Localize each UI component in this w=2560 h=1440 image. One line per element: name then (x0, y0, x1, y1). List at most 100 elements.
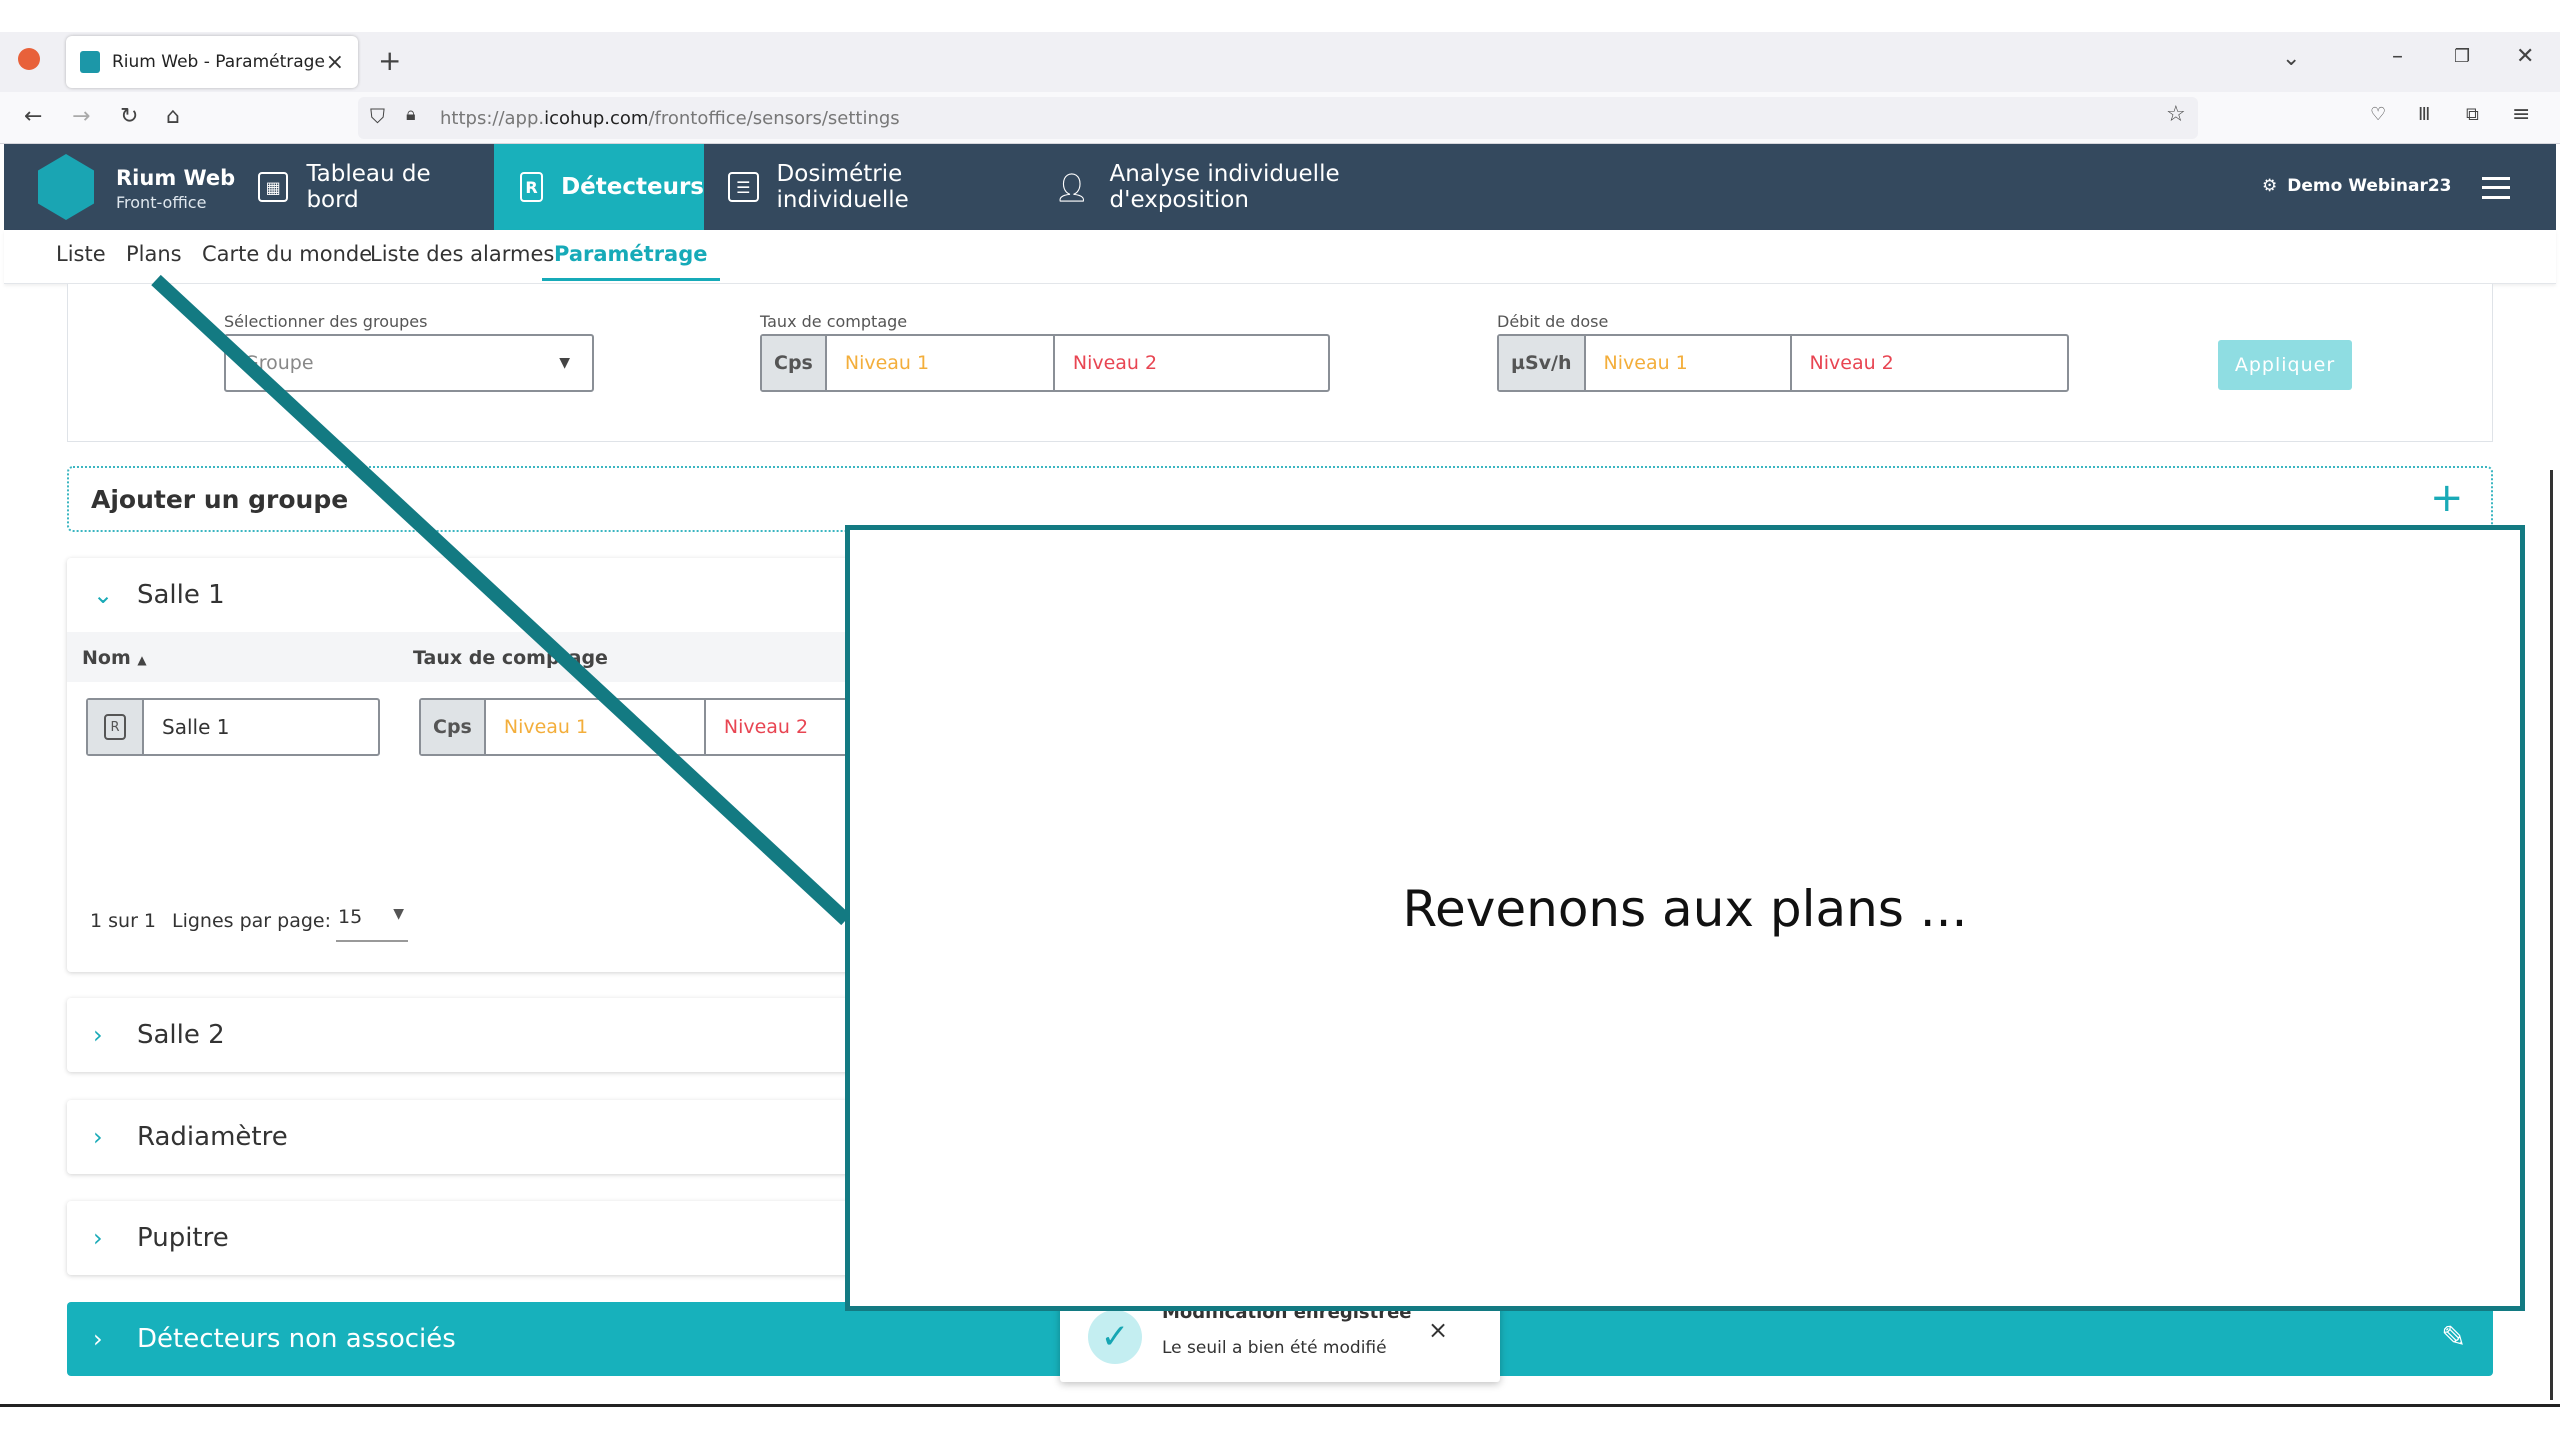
toast-close-icon[interactable]: × (1428, 1316, 1448, 1344)
back-icon[interactable]: ← (24, 104, 42, 129)
nav-tableau-de-bord[interactable]: ▦ Tableau de bord (258, 144, 480, 230)
col-name-label: Nom (82, 647, 131, 669)
window-close-icon[interactable]: ✕ (2516, 44, 2534, 69)
row-icon-box: R (88, 700, 144, 754)
group-header[interactable]: › Salle 2 (67, 998, 225, 1072)
tab-favicon-icon (80, 51, 100, 73)
pocket-icon[interactable]: ♡ (2370, 104, 2386, 125)
user-icon: ⚙ (2262, 176, 2278, 196)
add-group-label: Ajouter un groupe (91, 484, 349, 514)
rows-per-page-select[interactable]: 15 ▼ (336, 906, 408, 942)
group-name: Salle 2 (137, 1020, 225, 1050)
chevron-down-icon: ⌄ (93, 581, 114, 609)
unassigned-header[interactable]: › Détecteurs non associés (67, 1302, 456, 1376)
group-header[interactable]: ⌄ Salle 1 (67, 558, 225, 632)
reload-icon[interactable]: ↻ (120, 104, 138, 129)
dose-rate-field[interactable]: µSv/h Niveau 1 Niveau 2 (1497, 334, 2069, 392)
usvh-unit: µSv/h (1499, 336, 1586, 390)
group-select[interactable]: Groupe ▼ (224, 334, 594, 392)
new-tab-icon[interactable]: + (378, 44, 401, 77)
bookmark-star-icon[interactable]: ☆ (2166, 102, 2186, 127)
nav-detecteurs[interactable]: R Détecteurs (494, 144, 704, 230)
row-count-field[interactable]: Cps Niveau 1 Niveau 2 (419, 698, 859, 756)
dose-rate-label: Débit de dose (1497, 312, 1609, 331)
tab-close-icon[interactable]: × (326, 50, 344, 75)
group-select-placeholder: Groupe (244, 352, 314, 374)
brand-title: Rium Web (116, 166, 236, 190)
subnav-carte[interactable]: Carte du monde (202, 242, 372, 278)
chevron-right-icon: › (93, 1325, 103, 1353)
groups-label: Sélectionner des groupes (224, 312, 428, 331)
subnav-parametrage[interactable]: Paramétrage (542, 242, 720, 281)
row-name-value: Salle 1 (162, 715, 230, 739)
row-cps-unit: Cps (421, 700, 486, 754)
lock-icon: 🔒︎ (406, 104, 416, 125)
user-menu[interactable]: ⚙ Demo Webinar23 (2262, 176, 2452, 196)
subnav-alarmes[interactable]: Liste des alarmes (370, 242, 554, 278)
row-name-field[interactable]: R Salle 1 (86, 698, 380, 756)
subnav-liste[interactable]: Liste (56, 242, 106, 278)
count-rate-label: Taux de comptage (760, 312, 908, 331)
chevron-right-icon: › (93, 1123, 103, 1151)
scrollbar[interactable] (2550, 470, 2553, 1400)
bottom-border (0, 1404, 2560, 1407)
home-icon[interactable]: ⌂ (166, 104, 180, 129)
overlay-text: Revenons aux plans ... (1402, 880, 1968, 938)
pencil-icon[interactable]: ✎ (2441, 1320, 2466, 1355)
minimize-icon[interactable]: – (2392, 44, 2403, 69)
group-name: Salle 1 (137, 580, 225, 610)
nav-analyse[interactable]: 👤︎ Analyse individuelle d'exposition (1054, 144, 1454, 230)
add-group-bar[interactable]: Ajouter un groupe (67, 466, 2493, 532)
address-bar[interactable]: https://app. icohup.com/frontoffice/senso… (358, 97, 2198, 139)
group-name: Pupitre (137, 1223, 229, 1253)
apply-button[interactable]: Appliquer (2218, 340, 2352, 390)
nav-label: Dosimétrie individuelle (776, 161, 909, 213)
user-search-icon: 👤︎ (1054, 170, 1090, 204)
dose-level2-input[interactable]: Niveau 2 (1792, 336, 1894, 390)
browser-tab[interactable]: Rium Web - Paramétrage × (66, 36, 358, 88)
restore-icon[interactable]: ❐ (2454, 46, 2470, 67)
nav-label: Analyse individuelle d'exposition (1109, 161, 1340, 213)
nav-label: Tableau de bord (306, 161, 431, 213)
forward-icon[interactable]: → (72, 104, 90, 129)
col-count-header: Taux de comptage (413, 647, 608, 669)
detector-icon: R (520, 172, 544, 202)
rows-per-page-value: 15 (338, 906, 363, 928)
cps-unit: Cps (762, 336, 827, 390)
url-path: /frontoffice/sensors/settings (648, 107, 900, 129)
sort-asc-icon: ▲ (137, 653, 147, 667)
check-icon: ✓ (1088, 1310, 1142, 1364)
library-icon[interactable]: Ⅲ (2418, 104, 2430, 125)
browser-menu-icon[interactable]: ≡ (2512, 102, 2530, 127)
col-name-header[interactable]: Nom ▲ (82, 647, 147, 669)
shield-icon[interactable]: ⛉ (370, 104, 385, 128)
count-level1-input[interactable]: Niveau 1 (827, 336, 1055, 390)
group-name: Radiamètre (137, 1122, 288, 1152)
group-header[interactable]: › Pupitre (67, 1201, 229, 1275)
plus-icon[interactable]: + (2430, 478, 2464, 518)
url-prefix: https://app. (440, 107, 545, 129)
id-card-icon: ☰ (728, 172, 759, 202)
row-level1-input[interactable]: Niveau 1 (486, 700, 706, 754)
unassigned-label: Détecteurs non associés (137, 1324, 456, 1354)
extensions-icon[interactable]: ⧉ (2466, 104, 2479, 125)
row-level2-input[interactable]: Niveau 2 (706, 700, 808, 754)
detector-r-icon: R (104, 714, 126, 740)
pagination-range: 1 sur 1 (90, 910, 157, 932)
nav-dosimetrie[interactable]: ☰ Dosimétrie individuelle (728, 144, 1028, 230)
tab-list-icon[interactable]: ⌄ (2282, 46, 2300, 71)
dashboard-icon: ▦ (258, 172, 289, 202)
url-domain: icohup.com (544, 107, 649, 129)
group-header[interactable]: › Radiamètre (67, 1100, 288, 1174)
hamburger-menu-icon[interactable] (2482, 177, 2510, 199)
chevron-right-icon: › (93, 1224, 103, 1252)
caret-down-icon: ▼ (559, 355, 570, 371)
count-rate-field[interactable]: Cps Niveau 1 Niveau 2 (760, 334, 1330, 392)
caret-down-icon: ▼ (393, 906, 404, 922)
firefox-icon (18, 48, 40, 70)
chevron-right-icon: › (93, 1021, 103, 1049)
dose-level1-input[interactable]: Niveau 1 (1586, 336, 1792, 390)
count-level2-input[interactable]: Niveau 2 (1055, 336, 1157, 390)
nav-label: Détecteurs (561, 174, 704, 200)
subnav-plans[interactable]: Plans (126, 242, 182, 278)
